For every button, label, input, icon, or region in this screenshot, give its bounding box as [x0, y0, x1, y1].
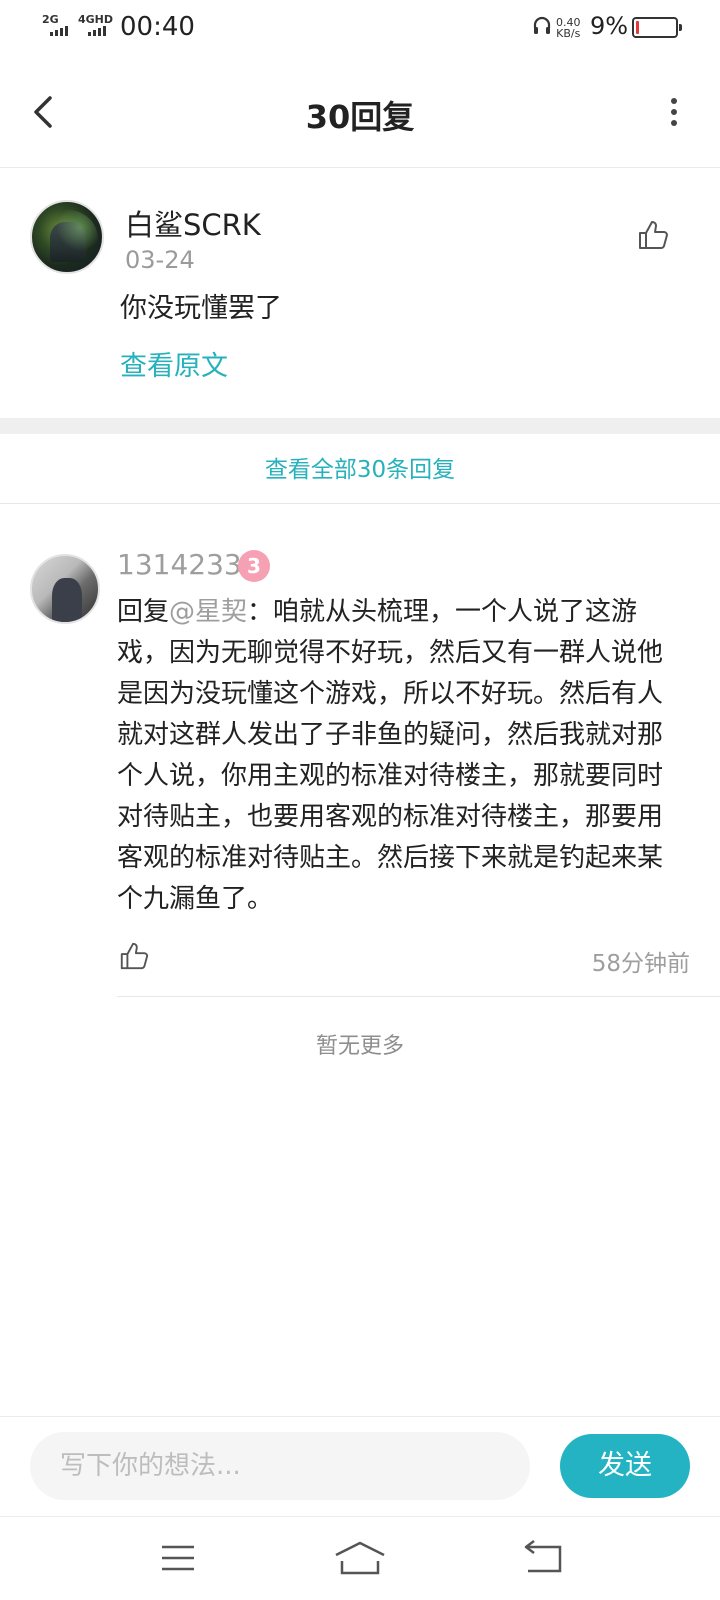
- signal-2g-label: 2G: [42, 13, 59, 26]
- reply-author-name[interactable]: 1314233: [117, 548, 242, 581]
- more-dot: [671, 120, 677, 126]
- view-all-replies-link[interactable]: 查看全部30条回复: [0, 434, 720, 504]
- clock: 00:40: [120, 12, 195, 42]
- more-dot: [671, 98, 677, 104]
- reply-time: 58分钟前: [591, 951, 690, 977]
- original-comment: 白鲨SCRK 03-24 你没玩懂罢了 查看原文: [0, 168, 720, 418]
- section-divider: [0, 418, 720, 434]
- post-text: 你没玩懂罢了: [120, 293, 282, 324]
- post-author-name[interactable]: 白鲨SCRK: [125, 202, 261, 244]
- more-options-button[interactable]: [668, 92, 680, 132]
- more-dot: [671, 109, 677, 115]
- comment-input[interactable]: [30, 1432, 530, 1500]
- thumbs-up-icon[interactable]: [118, 940, 150, 972]
- network-speed: 0.40 KB/s: [556, 17, 581, 39]
- thumbs-up-icon[interactable]: [636, 218, 670, 252]
- network-speed-unit: KB/s: [556, 27, 581, 40]
- reply-divider: [117, 996, 720, 997]
- reply-prefix: 回复: [117, 597, 170, 627]
- no-more-label: 暂无更多: [315, 1034, 404, 1059]
- mention-link[interactable]: @星契: [169, 597, 247, 627]
- signal-4g-icon: [88, 26, 106, 36]
- send-button[interactable]: 发送: [560, 1434, 690, 1498]
- back-arrow-icon[interactable]: [512, 1537, 572, 1581]
- post-date: 03-24: [125, 246, 195, 274]
- reply-author-avatar[interactable]: [30, 554, 100, 624]
- top-app-bar: 30回复: [0, 56, 720, 168]
- signal-4g-label: 4GHD: [78, 13, 114, 26]
- home-icon[interactable]: [330, 1537, 390, 1581]
- signal-2g-icon: [50, 26, 68, 36]
- battery-icon: [632, 17, 682, 38]
- system-nav-bar: [0, 1516, 720, 1600]
- status-bar: 2G 4GHD 00:40 0.40 KB/s 9%: [0, 0, 720, 56]
- comment-composer: 发送: [0, 1416, 720, 1516]
- reply-text: 回复@星契：咱就从头梳理，一个人说了这游戏，因为无聊觉得不好玩，然后又有一群人说…: [117, 592, 683, 920]
- headphones-icon: [533, 16, 551, 34]
- reply-content: ：咱就从头梳理，一个人说了这游戏，因为无聊觉得不好玩，然后又有一群人说他是因为没…: [117, 597, 664, 914]
- level-badge: 3: [238, 550, 270, 582]
- view-original-link[interactable]: 查看原文: [120, 344, 228, 383]
- menu-icon[interactable]: [150, 1537, 210, 1581]
- page-title: 30回复: [305, 98, 415, 136]
- battery-fill: [636, 21, 639, 34]
- battery-percent: 9%: [590, 12, 629, 40]
- post-author-avatar[interactable]: [30, 200, 104, 274]
